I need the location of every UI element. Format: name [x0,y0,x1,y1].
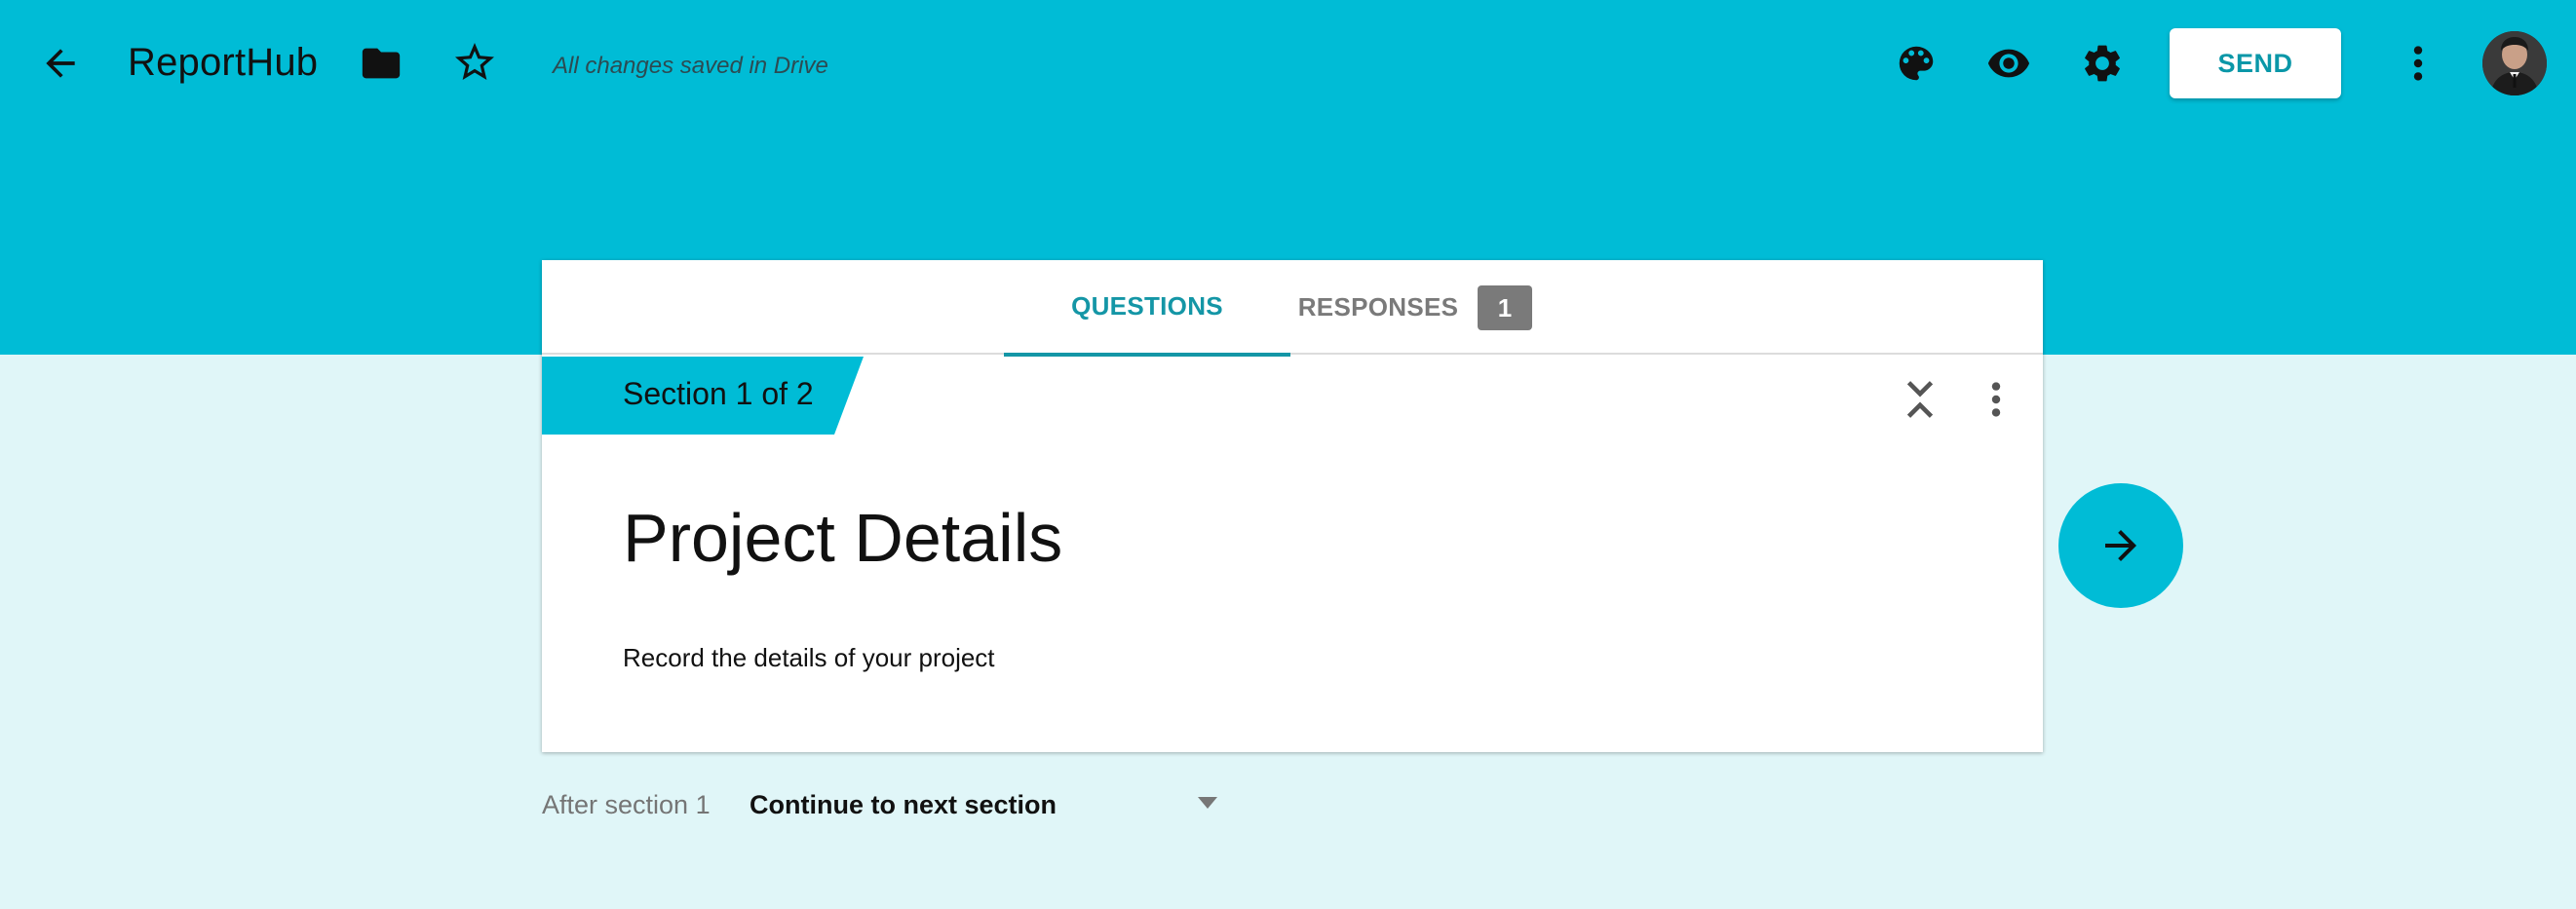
back-arrow-icon[interactable] [39,42,82,85]
app-title: ReportHub [128,41,319,84]
gear-icon[interactable] [2080,41,2125,86]
responses-count-badge: 1 [1478,285,1532,330]
section-title[interactable]: Project Details [623,499,1062,577]
folder-icon[interactable] [359,41,404,86]
after-section-select[interactable]: Continue to next section [750,779,1227,828]
eye-icon[interactable] [1985,41,2032,86]
star-icon[interactable] [451,39,498,86]
tab-questions[interactable]: QUESTIONS [1004,260,1290,357]
palette-icon[interactable] [1894,41,1939,86]
send-button[interactable]: SEND [2170,28,2341,98]
more-vert-icon[interactable] [2403,41,2433,86]
section-description[interactable]: Record the details of your project [623,643,995,673]
arrow-forward-icon [2105,530,2136,561]
app-header: ReportHub All changes saved in Drive SEN… [0,0,2576,127]
section-label: Section 1 of 2 [623,376,814,411]
next-section-button[interactable] [2058,483,2183,608]
form-section-card: QUESTIONS RESPONSES 1 Section 1 of 2 Pro… [542,260,2043,752]
tab-bar: QUESTIONS RESPONSES 1 [542,260,2043,357]
section-more-icon[interactable] [1986,377,2006,422]
dropdown-arrow-icon [1196,795,1219,811]
after-section-value: Continue to next section [750,790,1057,819]
after-section-label: After section 1 [542,790,711,819]
tab-responses[interactable]: RESPONSES [1290,260,1466,355]
avatar[interactable] [2482,31,2547,95]
save-status: All changes saved in Drive [553,53,828,79]
collapse-icon[interactable] [1903,377,1938,422]
